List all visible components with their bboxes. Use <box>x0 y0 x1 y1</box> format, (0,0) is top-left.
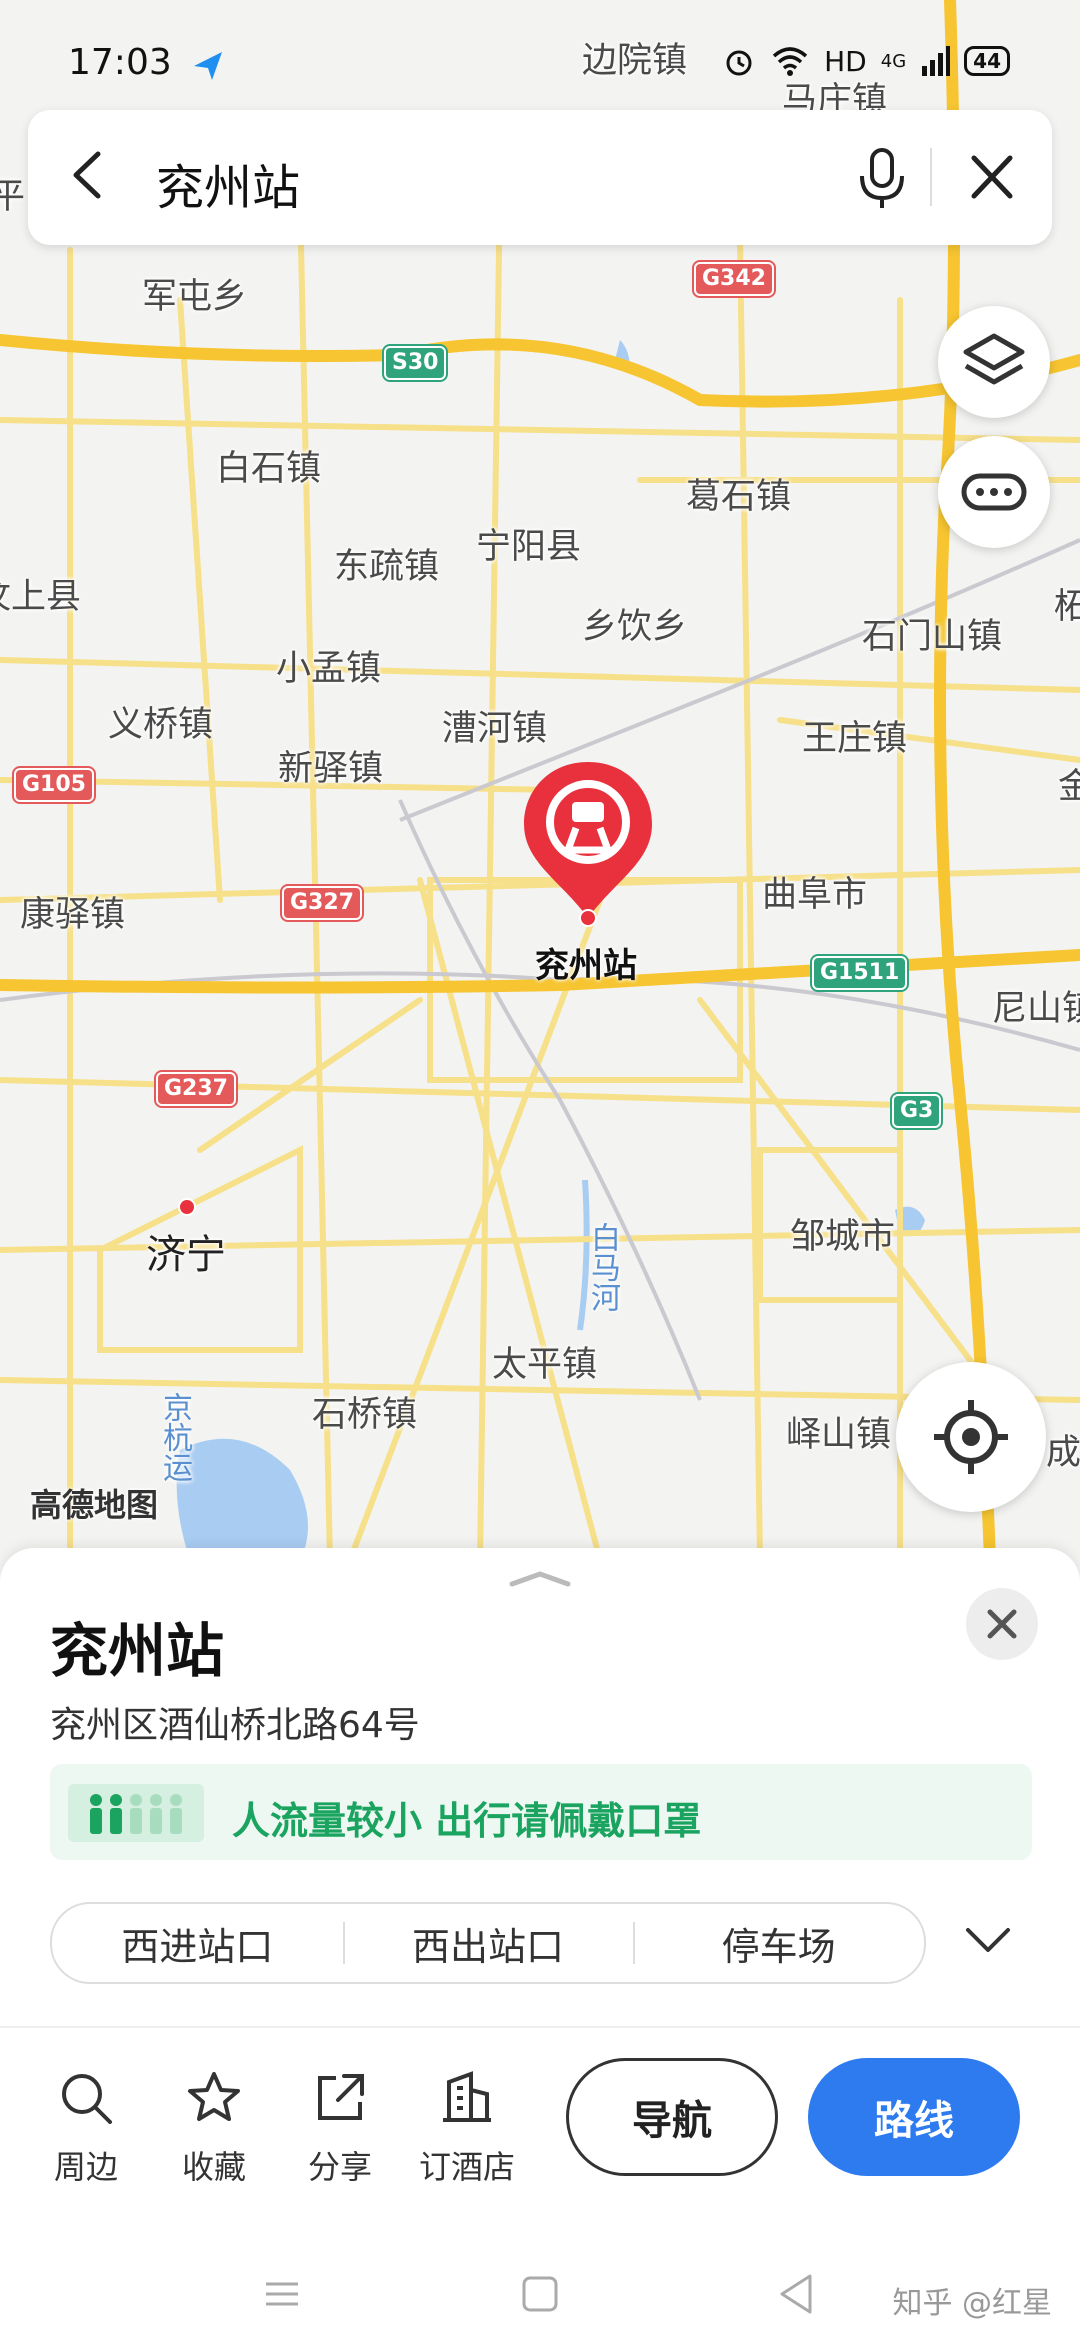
road-shield: G1511 <box>812 956 908 990</box>
status-time: 17:03 <box>68 42 172 83</box>
action-label: 收藏 <box>181 2148 246 2186</box>
road-shield: G105 <box>14 768 94 802</box>
microphone-icon[interactable] <box>852 142 912 212</box>
map-label: 宁阳县 <box>476 527 582 567</box>
map-label: 石桥镇 <box>312 1395 418 1435</box>
map-label: 峄山镇 <box>786 1415 892 1455</box>
map-label: 京杭运 <box>157 1392 192 1482</box>
route-button[interactable]: 路线 <box>808 2058 1020 2176</box>
favorite-button[interactable]: 收藏 <box>164 2068 264 2188</box>
station-marker-label: 兖州站 <box>535 946 637 986</box>
road-shield: G327 <box>282 886 362 920</box>
battery-indicator: 44 <box>964 46 1010 76</box>
map-label: 邹城市 <box>790 1217 896 1257</box>
map-label: 王庄镇 <box>802 719 908 759</box>
search-icon <box>62 2074 112 2124</box>
city-dot <box>178 1198 196 1216</box>
place-detail-sheet: 兖州站 兖州区酒仙桥北路64号 人流量较小 出行请佩戴口罩 西进站口 西出站口 … <box>0 1548 1080 2340</box>
search-bar[interactable]: 兖州站 <box>28 110 1052 245</box>
close-icon <box>987 1609 1017 1639</box>
map-label: 柘 <box>1054 587 1080 627</box>
status-bar: 17:03 HD 4G 44 <box>0 0 1080 110</box>
entrance-tabs: 西进站口 西出站口 停车场 <box>50 1902 926 1984</box>
back-icon[interactable] <box>58 140 118 210</box>
map-watermark: 高德地图 <box>30 1486 159 1524</box>
hotel-icon <box>443 2071 491 2122</box>
navigation-app-icon <box>190 48 226 84</box>
drag-handle[interactable] <box>508 1568 572 1588</box>
alarm-icon <box>726 50 752 76</box>
action-label: 分享 <box>307 2148 372 2186</box>
map-label: 乡饮乡 <box>582 607 688 647</box>
gate-chip[interactable]: 停车场 <box>633 1904 924 1982</box>
map-label: 东疏镇 <box>334 547 440 587</box>
crowd-notice-text: 人流量较小 出行请佩戴口罩 <box>232 1799 702 1843</box>
road-shield: G3 <box>892 1094 942 1128</box>
action-label: 周边 <box>53 2148 118 2186</box>
layers-icon <box>963 333 1025 385</box>
map-label: 金 <box>1058 767 1080 807</box>
layers-button[interactable] <box>938 306 1050 418</box>
home-icon[interactable] <box>520 2274 560 2314</box>
locate-button[interactable] <box>896 1362 1046 1512</box>
search-divider <box>930 148 932 206</box>
place-address: 兖州区酒仙桥北路64号 <box>50 1705 420 1746</box>
network-hd: HD <box>824 44 867 78</box>
map-label: 白马河 <box>585 1222 620 1312</box>
signal-icon <box>922 46 951 76</box>
back-nav-icon[interactable] <box>776 2272 816 2316</box>
sheet-divider <box>0 2026 1080 2028</box>
share-button[interactable]: 分享 <box>290 2068 390 2188</box>
navigate-button[interactable]: 导航 <box>566 2058 778 2176</box>
action-label: 订酒店 <box>418 2148 515 2186</box>
station-marker[interactable] <box>520 758 656 928</box>
road-shield: G342 <box>694 262 774 296</box>
menu-icon[interactable] <box>262 2274 302 2314</box>
map-label: 义桥镇 <box>108 705 214 745</box>
crowd-icon <box>68 1784 204 1842</box>
network-4g: 4G <box>880 50 907 72</box>
map-label: 葛石镇 <box>686 477 792 517</box>
road-shield: S30 <box>384 346 447 380</box>
locate-icon <box>934 1400 1008 1474</box>
share-icon <box>318 2074 364 2120</box>
gate-chip[interactable]: 西出站口 <box>342 1904 634 1982</box>
place-title: 兖州站 <box>50 1617 225 1685</box>
map-label: 尼山镇 <box>992 989 1080 1029</box>
map-label: 漕河镇 <box>442 709 548 749</box>
map-label: 石门山镇 <box>862 617 1003 657</box>
search-query[interactable]: 兖州站 <box>156 148 300 218</box>
map-label: 平 <box>0 177 26 217</box>
star-icon <box>188 2072 240 2121</box>
hotel-button[interactable]: 订酒店 <box>416 2068 518 2188</box>
map-label: 军屯乡 <box>142 277 248 317</box>
close-icon[interactable] <box>962 144 1022 210</box>
map-label: 成 <box>1046 1433 1080 1473</box>
map-label: 济宁 <box>146 1232 226 1278</box>
credit-watermark: 知乎 @红星 <box>892 2286 1052 2321</box>
more-icon <box>961 473 1027 511</box>
wifi-icon <box>772 47 808 76</box>
map-label: 康驿镇 <box>20 895 126 935</box>
map-label: 小孟镇 <box>276 649 382 689</box>
chevron-down-icon[interactable] <box>960 1918 1016 1962</box>
gate-chip[interactable]: 西进站口 <box>52 1904 343 1982</box>
map-label: 太平镇 <box>492 1345 598 1385</box>
map-label: 白石镇 <box>216 449 322 489</box>
more-button[interactable] <box>938 436 1050 548</box>
map-label: 曲阜市 <box>762 875 868 915</box>
nearby-button[interactable]: 周边 <box>36 2068 136 2188</box>
map-label: 汶上县 <box>0 577 82 617</box>
status-icons: HD 4G 44 <box>722 44 1010 78</box>
map-label: 新驿镇 <box>278 749 384 789</box>
crowd-notice: 人流量较小 出行请佩戴口罩 <box>50 1764 1032 1860</box>
road-shield: G237 <box>156 1072 236 1106</box>
close-sheet-button[interactable] <box>966 1588 1038 1660</box>
